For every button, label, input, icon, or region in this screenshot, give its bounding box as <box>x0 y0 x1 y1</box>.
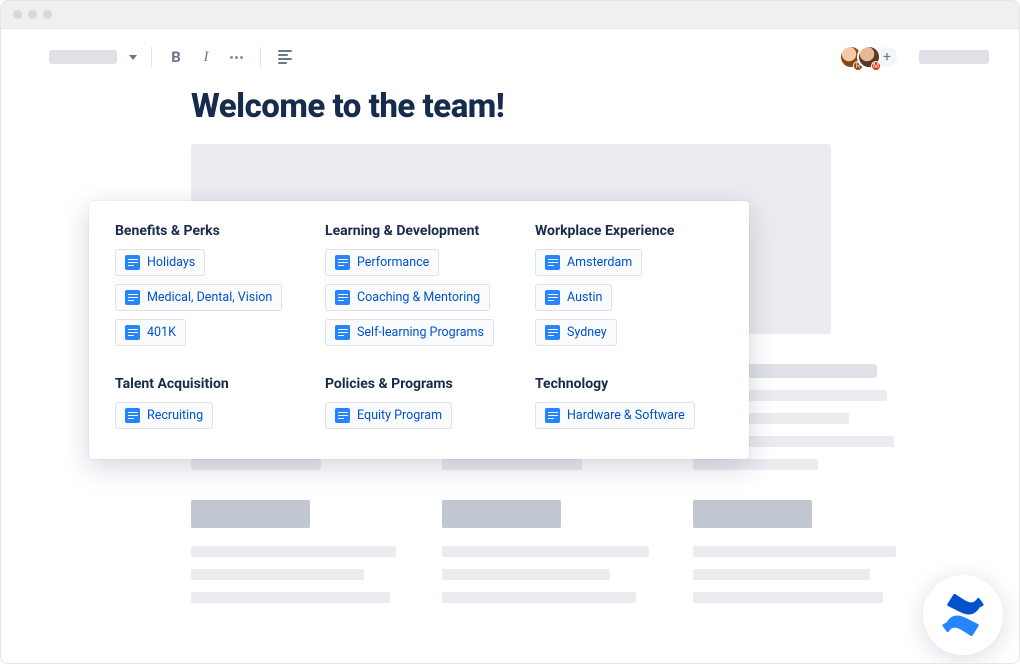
skeleton-line <box>191 459 321 470</box>
confluence-logo-bubble[interactable] <box>923 575 1003 655</box>
skeleton-block <box>442 500 561 528</box>
category-column: Technology Hardware & Software <box>535 376 727 437</box>
minimize-dot[interactable] <box>28 10 37 19</box>
doc-link[interactable]: Sydney <box>535 319 617 346</box>
doc-link[interactable]: 401K <box>115 319 186 346</box>
skeleton-line <box>442 592 636 603</box>
doc-link[interactable]: Performance <box>325 249 439 276</box>
toolbar-right: R M + <box>839 45 989 69</box>
document-icon <box>125 408 140 423</box>
doc-link[interactable]: Self-learning Programs <box>325 319 494 346</box>
doc-link[interactable]: Equity Program <box>325 402 452 429</box>
avatar-badge: M <box>871 61 881 71</box>
bold-button[interactable]: B <box>166 47 186 67</box>
confluence-icon <box>939 591 987 639</box>
doc-link-label: Hardware & Software <box>567 408 685 423</box>
more-formatting-button[interactable] <box>226 47 246 67</box>
doc-link-label: Austin <box>567 290 602 305</box>
category-column: Policies & Programs Equity Program <box>325 376 517 437</box>
maximize-dot[interactable] <box>43 10 52 19</box>
skeleton-line <box>442 569 610 580</box>
doc-link[interactable]: Coaching & Mentoring <box>325 284 490 311</box>
doc-link[interactable]: Austin <box>535 284 612 311</box>
skeleton-line <box>442 546 649 557</box>
skeleton-line <box>191 546 396 557</box>
document-icon <box>545 290 560 305</box>
skeleton-block <box>191 500 310 528</box>
align-left-icon <box>278 50 292 64</box>
skeleton-line <box>693 546 896 557</box>
app-window: B I R M <box>0 0 1020 664</box>
document-icon <box>545 255 560 270</box>
category-column: Talent Acquisition Recruiting <box>115 376 307 437</box>
editor-toolbar: B I R M <box>1 29 1019 77</box>
window-title-bar <box>1 1 1019 29</box>
doc-link[interactable]: Recruiting <box>115 402 213 429</box>
category-column: Learning & Development Performance Coachin… <box>325 223 517 354</box>
document-icon <box>545 325 560 340</box>
document-icon <box>335 408 350 423</box>
doc-link-label: Self-learning Programs <box>357 325 484 340</box>
document-icon <box>335 325 350 340</box>
more-horizontal-icon <box>230 56 243 59</box>
document-icon <box>125 255 140 270</box>
doc-link-label: Coaching & Mentoring <box>357 290 480 305</box>
italic-button[interactable]: I <box>196 47 216 67</box>
category-heading: Workplace Experience <box>535 223 674 239</box>
doc-link[interactable]: Medical, Dental, Vision <box>115 284 282 311</box>
skeleton-line <box>693 569 870 580</box>
document-icon <box>335 290 350 305</box>
category-heading: Benefits & Perks <box>115 223 220 239</box>
chevron-down-icon[interactable] <box>129 55 137 60</box>
doc-link-label: Performance <box>357 255 429 270</box>
category-heading: Technology <box>535 376 608 392</box>
toolbar-divider <box>151 47 152 67</box>
document-icon <box>335 255 350 270</box>
avatar[interactable]: M <box>857 45 881 69</box>
align-button[interactable] <box>275 47 295 67</box>
skeleton-line <box>442 459 582 470</box>
skeleton-line <box>191 592 390 603</box>
document-icon <box>125 290 140 305</box>
category-heading: Learning & Development <box>325 223 479 239</box>
doc-link[interactable]: Hardware & Software <box>535 402 695 429</box>
doc-link-label: Medical, Dental, Vision <box>147 290 272 305</box>
doc-link-label: 401K <box>147 325 176 340</box>
doc-link-label: Amsterdam <box>567 255 632 270</box>
skeleton-line <box>693 459 818 470</box>
close-dot[interactable] <box>13 10 22 19</box>
doc-link-label: Sydney <box>567 325 607 340</box>
category-column: Workplace Experience Amsterdam Austin Sydne… <box>535 223 727 354</box>
doc-link[interactable]: Amsterdam <box>535 249 642 276</box>
page-title: Welcome to the team! <box>191 87 909 126</box>
categories-card: Benefits & Perks Holidays Medical, Dental,… <box>89 201 749 459</box>
collaborator-avatars: R M + <box>839 45 899 69</box>
toolbar-divider <box>260 47 261 67</box>
document-icon <box>545 408 560 423</box>
document-icon <box>125 325 140 340</box>
doc-link[interactable]: Holidays <box>115 249 205 276</box>
category-heading: Policies & Programs <box>325 376 453 392</box>
toolbar-left: B I <box>49 47 295 67</box>
skeleton-line <box>693 592 883 603</box>
doc-link-label: Holidays <box>147 255 195 270</box>
category-column: Benefits & Perks Holidays Medical, Dental,… <box>115 223 307 354</box>
doc-link-label: Recruiting <box>147 408 203 423</box>
skeleton-block <box>693 500 812 528</box>
style-selector[interactable] <box>49 50 117 64</box>
skeleton-line <box>191 569 364 580</box>
category-heading: Talent Acquisition <box>115 376 229 392</box>
doc-link-label: Equity Program <box>357 408 442 423</box>
toolbar-action-placeholder[interactable] <box>919 50 989 64</box>
